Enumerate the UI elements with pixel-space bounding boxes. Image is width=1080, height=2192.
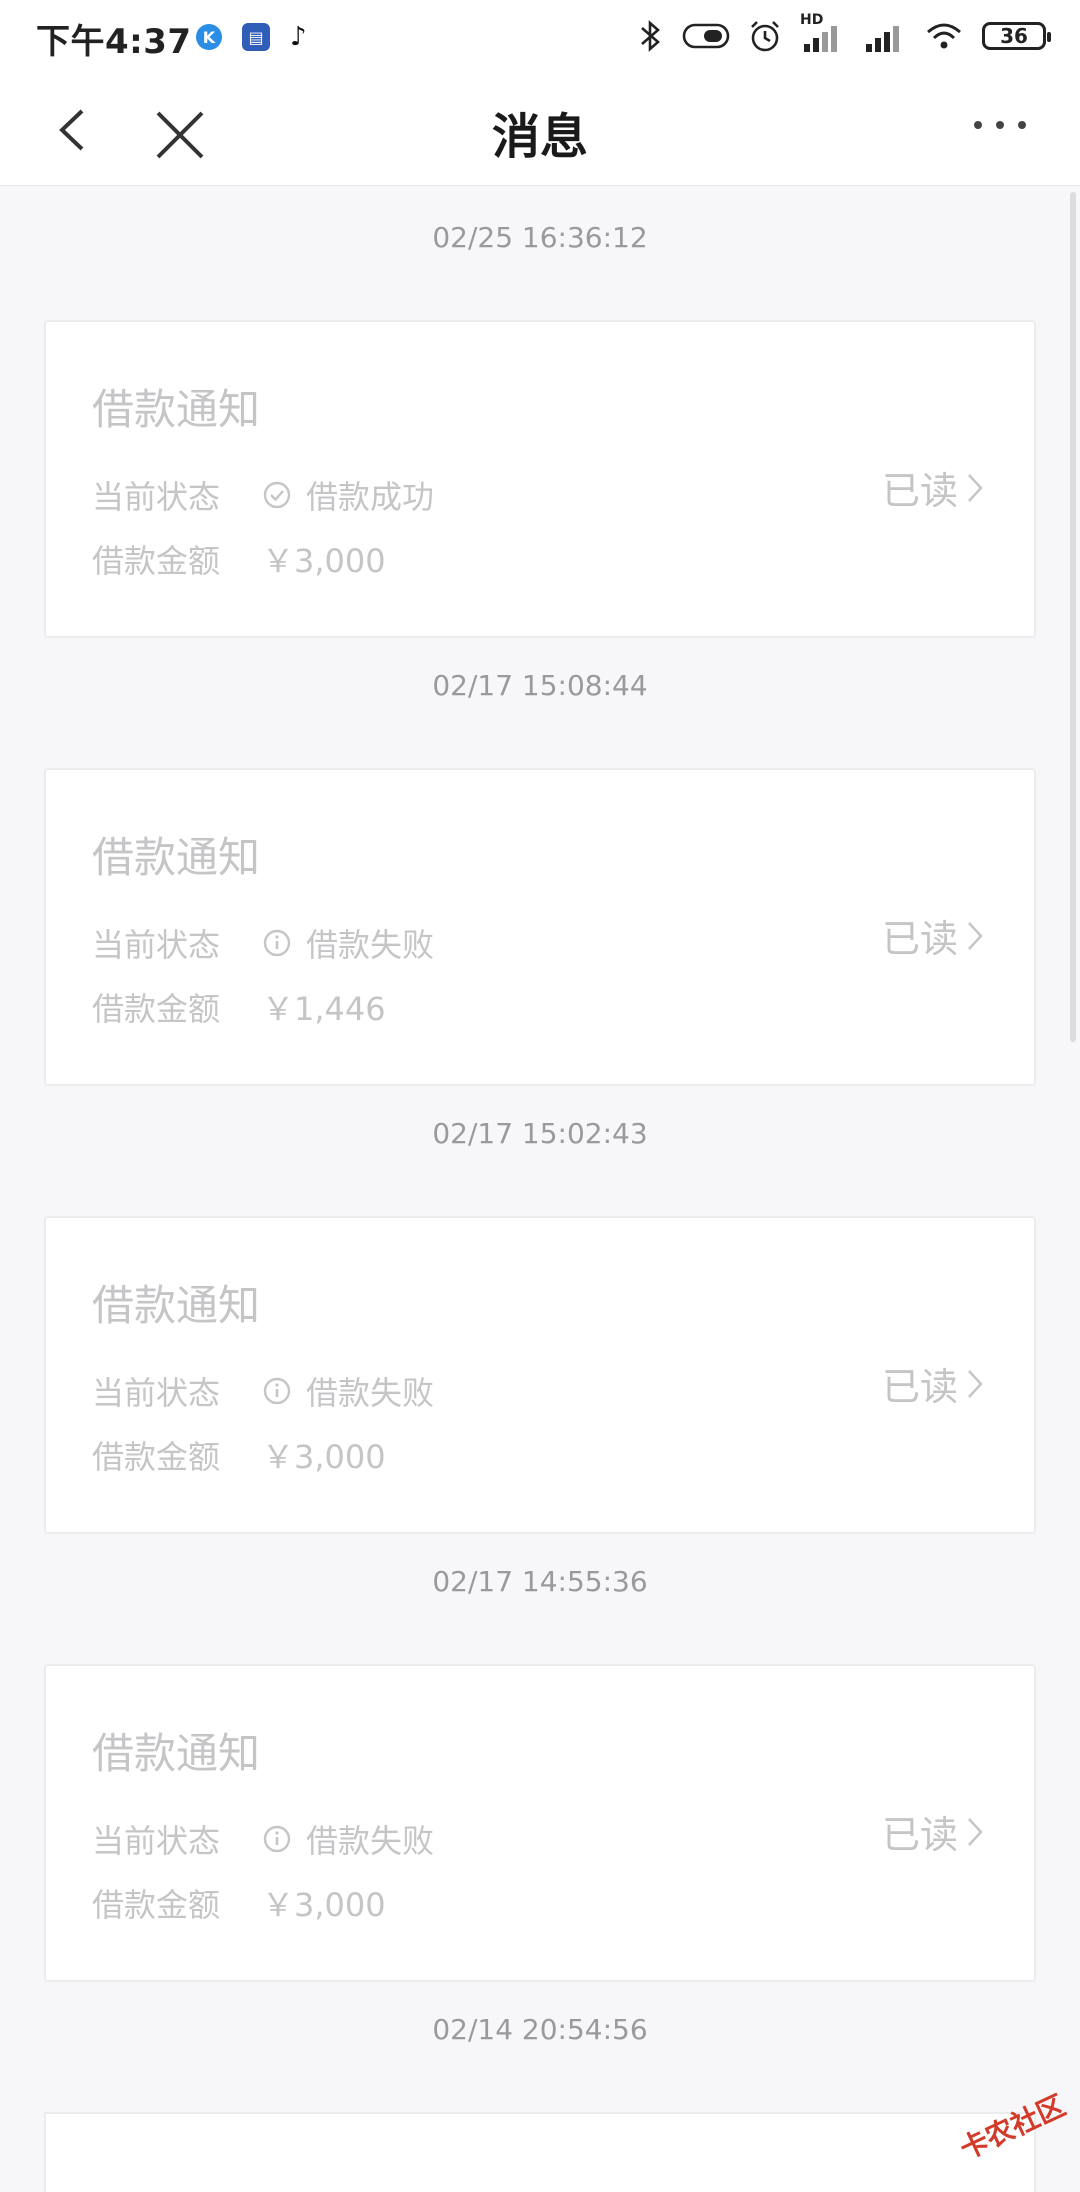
amount-value: ￥3,000 [262, 1438, 386, 1476]
amount-label: 借款金额 [92, 1438, 221, 1476]
message-card[interactable]: 借款通知 当前状态 借款失败 借款金额 ￥3,000 已读 [44, 1664, 1036, 1982]
status-icons: HD 36 [638, 12, 1051, 54]
status-row: 当前状态 借款失败 [92, 1368, 434, 1414]
chevron-right-icon [968, 473, 983, 502]
network-type-label: HD [800, 12, 824, 28]
message-card[interactable]: 借款通知 当前状态 借款失败 借款金额 ￥3,000 已读 [44, 1216, 1036, 1534]
info-circle-icon [263, 929, 291, 957]
wifi-icon [927, 23, 961, 49]
app-notification-icon: ▤ [242, 23, 270, 51]
message-title: 借款通知 [92, 1729, 261, 1778]
amount-value: ￥1,446 [262, 990, 386, 1028]
read-state[interactable]: 已读 [882, 1356, 984, 1411]
status-value: 借款失败 [306, 1822, 435, 1860]
status-row: 当前状态 借款失败 [92, 1816, 434, 1862]
message-title: 借款通知 [92, 385, 261, 434]
tiktok-icon: ♪ [290, 22, 307, 52]
read-label: 已读 [881, 917, 958, 961]
notification-icons: K ▤ ♪ [196, 22, 307, 52]
amount-value: ￥3,000 [262, 542, 386, 580]
message-title: 借款通知 [92, 833, 261, 882]
message-group: 02/14 20:54:56 [0, 1982, 1080, 2192]
info-circle-icon [263, 1825, 291, 1853]
status-label: 当前状态 [92, 1374, 221, 1412]
read-label: 已读 [881, 1813, 958, 1857]
battery-icon: 36 [982, 22, 1051, 50]
amount-row: 借款金额 ￥3,000 [92, 1880, 386, 1926]
read-label: 已读 [881, 469, 958, 513]
amount-value: ￥3,000 [262, 1886, 386, 1924]
amount-label: 借款金额 [92, 542, 221, 580]
status-label: 当前状态 [92, 1822, 221, 1860]
amount-row: 借款金额 ￥3,000 [92, 1432, 386, 1478]
signal-hd-icon: HD [800, 12, 844, 54]
read-state[interactable]: 已读 [882, 460, 984, 515]
k-app-icon: K [196, 24, 222, 50]
message-timestamp: 02/17 14:55:36 [432, 1565, 648, 1598]
message-timestamp: 02/17 15:08:44 [432, 669, 648, 702]
message-card[interactable] [44, 2112, 1036, 2192]
status-value: 借款失败 [306, 1374, 435, 1412]
info-circle-icon [263, 1377, 291, 1405]
chevron-right-icon [968, 1369, 983, 1398]
read-label: 已读 [881, 1365, 958, 1409]
status-value: 借款成功 [306, 478, 435, 516]
status-label: 当前状态 [92, 478, 221, 516]
message-timestamp: 02/14 20:54:56 [432, 2013, 648, 2046]
alarm-icon [751, 21, 779, 52]
message-timestamp: 02/17 15:02:43 [432, 1117, 648, 1150]
status-label: 当前状态 [92, 926, 221, 964]
page-title: 消息 [491, 109, 588, 165]
chevron-right-icon [968, 921, 983, 950]
message-group: 02/25 16:36:12 借款通知 当前状态 借款成功 借款金额 ￥3,00… [0, 190, 1080, 638]
check-circle-icon [263, 481, 291, 509]
battery-level: 36 [1000, 24, 1028, 48]
signal-icon [866, 26, 899, 52]
message-timestamp: 02/25 16:36:12 [432, 221, 648, 254]
amount-label: 借款金额 [92, 990, 221, 1028]
status-row: 当前状态 借款成功 [92, 472, 434, 518]
bluetooth-icon [641, 20, 660, 52]
status-time: 下午4:37 [36, 22, 192, 62]
message-card[interactable]: 借款通知 当前状态 借款成功 借款金额 ￥3,000 已读 [44, 320, 1036, 638]
toggle-icon [682, 23, 730, 49]
message-group: 02/17 15:08:44 借款通知 当前状态 借款失败 借款金额 ￥1,44… [0, 638, 1080, 1086]
more-icon[interactable] [970, 117, 1030, 133]
message-card[interactable]: 借款通知 当前状态 借款失败 借款金额 ￥1,446 已读 [44, 768, 1036, 1086]
chevron-right-icon [968, 1817, 983, 1846]
status-bar: 下午4:37 K ▤ ♪ HD 36 [0, 0, 1080, 75]
message-group: 02/17 14:55:36 借款通知 当前状态 借款失败 借款金额 ￥3,00… [0, 1534, 1080, 1982]
amount-label: 借款金额 [92, 1886, 221, 1924]
status-value: 借款失败 [306, 926, 435, 964]
amount-row: 借款金额 ￥1,446 [92, 984, 386, 1030]
amount-row: 借款金额 ￥3,000 [92, 536, 386, 582]
nav-bar: 消息 [0, 75, 1080, 186]
read-state[interactable]: 已读 [882, 908, 984, 963]
message-list: 02/25 16:36:12 借款通知 当前状态 借款成功 借款金额 ￥3,00… [0, 190, 1080, 2192]
message-group: 02/17 15:02:43 借款通知 当前状态 借款失败 借款金额 ￥3,00… [0, 1086, 1080, 1534]
read-state[interactable]: 已读 [882, 1804, 984, 1859]
status-row: 当前状态 借款失败 [92, 920, 434, 966]
message-title: 借款通知 [92, 1281, 261, 1330]
